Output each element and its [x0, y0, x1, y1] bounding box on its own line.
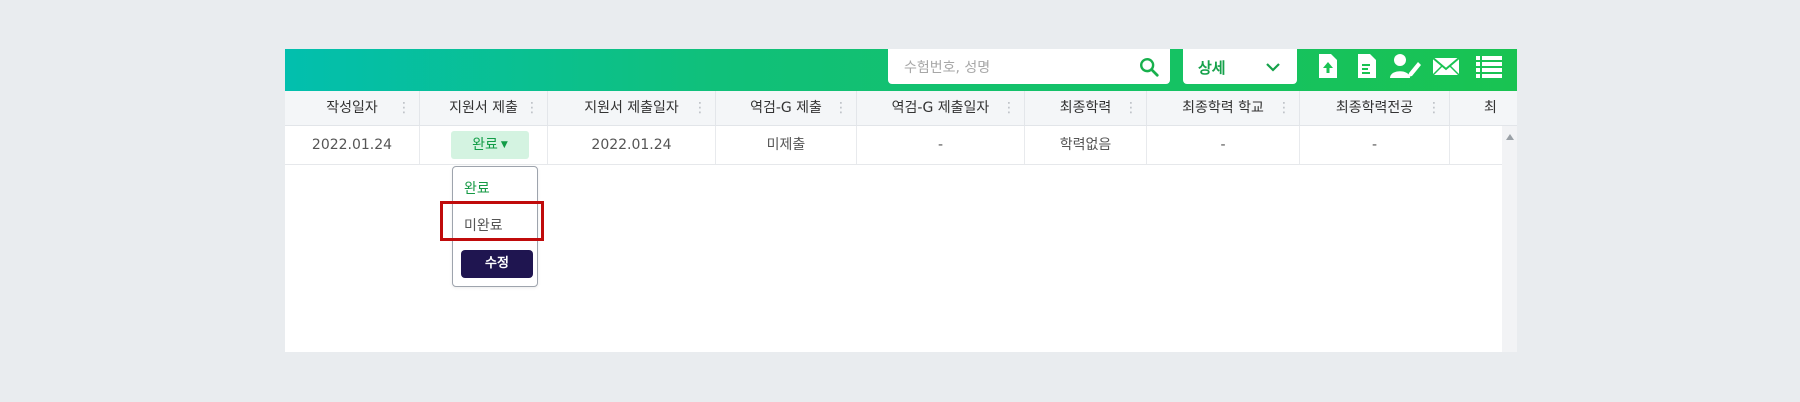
column-header[interactable]: 최종학력 학교 ⋮ — [1147, 91, 1300, 125]
search-icon[interactable] — [1138, 56, 1160, 78]
cell-test-status: 미제출 — [716, 126, 857, 164]
user-edit-icon[interactable] — [1389, 51, 1421, 81]
status-option-complete[interactable]: 완료 — [464, 178, 490, 198]
table-row: 2022.01.24 2022.01.24 미제출 - 학력없음 - - 완료 ▼ — [285, 126, 1502, 165]
table-header: 작성일자 ⋮ 지원서 제출 ⋮ 지원서 제출일자 ⋮ 역검-G 제출 ⋮ 역검-… — [285, 91, 1517, 126]
status-option-incomplete[interactable]: 미완료 — [464, 215, 503, 235]
cell-education: 학력없음 — [1025, 126, 1147, 164]
search-box — [888, 49, 1170, 86]
file-upload-icon[interactable] — [1313, 51, 1341, 81]
column-header[interactable]: 작성일자 ⋮ — [285, 91, 420, 125]
file-text-icon[interactable] — [1352, 51, 1380, 81]
edit-button[interactable]: 수정 — [461, 250, 533, 278]
column-header-label: 역검-G 제출일자 — [891, 100, 990, 116]
column-header[interactable]: 최종학력전공 ⋮ — [1300, 91, 1450, 125]
column-header[interactable]: 최 — [1450, 91, 1517, 125]
column-header-label: 지원서 제출일자 — [584, 100, 679, 116]
scroll-up-arrow-icon[interactable] — [1506, 134, 1514, 140]
chevron-down-icon — [1266, 63, 1280, 72]
column-header[interactable]: 최종학력 ⋮ — [1025, 91, 1147, 125]
column-menu-icon[interactable]: ⋮ — [834, 91, 848, 125]
column-header[interactable]: 역검-G 제출일자 ⋮ — [857, 91, 1025, 125]
applicant-grid-panel: 상세 — [285, 49, 1517, 352]
cell-school: - — [1147, 126, 1300, 164]
column-header-label: 최 — [1484, 100, 1497, 116]
toolbar: 상세 — [285, 49, 1517, 91]
column-header-label: 작성일자 — [326, 100, 378, 116]
detail-dropdown[interactable]: 상세 — [1183, 49, 1297, 84]
column-header[interactable]: 지원서 제출 ⋮ — [420, 91, 548, 125]
column-header-label: 최종학력 — [1059, 100, 1112, 116]
mail-icon[interactable] — [1431, 51, 1461, 81]
detail-dropdown-label: 상세 — [1198, 59, 1226, 77]
caret-down-icon: ▼ — [500, 140, 508, 150]
cell-test-date: - — [857, 126, 1025, 164]
column-menu-icon[interactable]: ⋮ — [397, 91, 411, 125]
column-menu-icon[interactable]: ⋮ — [1002, 91, 1016, 125]
status-dropdown-menu: 완료 미완료 수정 — [452, 166, 538, 287]
vertical-scrollbar[interactable] — [1502, 126, 1517, 352]
application-status-label: 완료 — [472, 137, 498, 153]
column-menu-icon[interactable]: ⋮ — [1277, 91, 1291, 125]
column-header-label: 최종학력전공 — [1335, 100, 1414, 116]
column-header[interactable]: 지원서 제출일자 ⋮ — [548, 91, 716, 125]
column-menu-icon[interactable]: ⋮ — [1427, 91, 1441, 125]
cell-created-date: 2022.01.24 — [285, 126, 420, 164]
column-menu-icon[interactable]: ⋮ — [1124, 91, 1138, 125]
column-header[interactable]: 역검-G 제출 ⋮ — [716, 91, 857, 125]
search-input[interactable] — [902, 49, 1126, 86]
column-header-label: 지원서 제출 — [449, 100, 518, 116]
column-header-label: 역검-G 제출 — [750, 100, 822, 116]
column-menu-icon[interactable]: ⋮ — [693, 91, 707, 125]
cell-application-date: 2022.01.24 — [548, 126, 716, 164]
application-status-dropdown[interactable]: 완료 ▼ — [451, 131, 529, 159]
column-header-label: 최종학력 학교 — [1182, 100, 1264, 116]
list-icon[interactable] — [1474, 51, 1504, 81]
column-menu-icon[interactable]: ⋮ — [525, 91, 539, 125]
cell-major: - — [1300, 126, 1450, 164]
